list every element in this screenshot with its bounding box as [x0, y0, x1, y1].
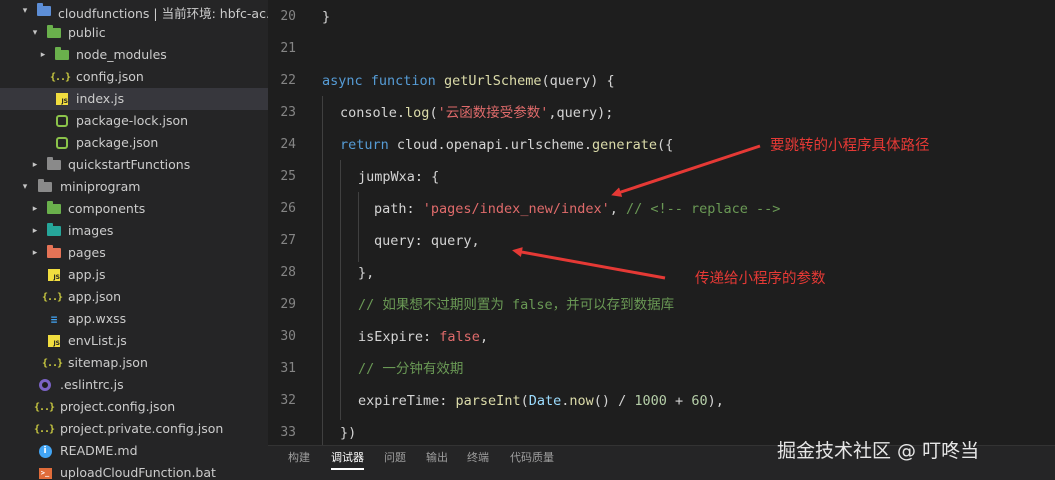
chevron-down-icon: ▾	[22, 182, 28, 192]
tree-item-label: project.config.json	[60, 399, 176, 414]
folder-open-icon	[37, 3, 51, 18]
chevron-right-icon: ▸	[32, 204, 38, 214]
tree-file-eslintrc-js[interactable]: .eslintrc.js	[0, 374, 268, 396]
tab-output[interactable]: 输出	[426, 446, 448, 480]
chevron-right-icon: ▸	[40, 50, 46, 60]
tree-item-label: app.wxss	[68, 311, 127, 326]
tree-file-config-json[interactable]: {..} config.json	[0, 66, 268, 88]
file-explorer: ▾ cloudfunctions | 当前环境: hbfc-ac... ▾ pu…	[0, 0, 268, 480]
tree-item-label: project.private.config.json	[60, 421, 224, 436]
tree-folder-node-modules[interactable]: ▸ node_modules	[0, 44, 268, 66]
watermark: 掘金技术社区 @ 叮咚当	[777, 440, 980, 462]
tree-file-package-json[interactable]: package.json	[0, 132, 268, 154]
npm-icon	[55, 114, 69, 128]
chevron-down-icon: ▾	[32, 28, 38, 38]
tree-folder-components[interactable]: ▸ components	[0, 198, 268, 220]
json-icon: {..}	[41, 291, 63, 303]
tree-file-index-js[interactable]: JS index.js	[0, 88, 268, 110]
tree-item-label: node_modules	[76, 47, 167, 62]
js-icon: JS	[47, 334, 61, 348]
tab-terminal[interactable]: 终端	[467, 446, 489, 480]
tree-item-label: pages	[68, 245, 106, 260]
tab-code-quality[interactable]: 代码质量	[510, 446, 554, 480]
tree-folder-pages[interactable]: ▸ pages	[0, 242, 268, 264]
annotation-query-note: 传递给小程序的参数	[695, 271, 826, 287]
tree-file-envlist-js[interactable]: JS envList.js	[0, 330, 268, 352]
ide-window: ▾ cloudfunctions | 当前环境: hbfc-ac... ▾ pu…	[0, 0, 1055, 480]
tree-folder-miniprogram[interactable]: ▾ miniprogram	[0, 176, 268, 198]
tree-file-project-private-config-json[interactable]: {..} project.private.config.json	[0, 418, 268, 440]
arrow-to-path	[611, 144, 761, 197]
json-icon: {..}	[41, 357, 63, 369]
folder-icon	[47, 201, 61, 216]
tree-item-label: cloudfunctions | 当前环境: hbfc-ac...	[58, 6, 268, 21]
tree-item-label: package-lock.json	[76, 113, 189, 128]
tree-folder-public[interactable]: ▾ public	[0, 22, 268, 44]
js-icon: JS	[47, 268, 61, 282]
tree-item-label: images	[68, 223, 114, 238]
folder-icon	[55, 47, 69, 62]
tree-file-app-js[interactable]: JS app.js	[0, 264, 268, 286]
info-icon: i	[38, 444, 52, 458]
tree-file-package-lock-json[interactable]: package-lock.json	[0, 110, 268, 132]
json-icon: {..}	[33, 423, 55, 435]
chevron-right-icon: ▸	[32, 160, 38, 170]
folder-icon	[47, 157, 61, 172]
tree-file-readme-md[interactable]: i README.md	[0, 440, 268, 462]
chevron-right-icon: ▸	[32, 226, 38, 236]
annotation-arrows	[512, 144, 761, 280]
tree-item-label: public	[68, 25, 106, 40]
tree-file-app-json[interactable]: {..} app.json	[0, 286, 268, 308]
tree-item-label: index.js	[76, 91, 125, 106]
css-icon: ≡	[50, 312, 58, 326]
tree-item-label: components	[68, 201, 146, 216]
tree-item-label: quickstartFunctions	[68, 157, 191, 172]
tree-file-upload-cloud-function-bat[interactable]: >_ uploadCloudFunction.bat	[0, 462, 268, 480]
tree-file-project-config-json[interactable]: {..} project.config.json	[0, 396, 268, 418]
code-editor[interactable]: 20 21 22 23 24 25 26 27 28 29 30 31 32 3…	[268, 0, 1055, 445]
tree-item-label: envList.js	[68, 333, 127, 348]
json-icon: {..}	[33, 401, 55, 413]
tree-file-sitemap-json[interactable]: {..} sitemap.json	[0, 352, 268, 374]
folder-icon	[47, 245, 61, 260]
tree-file-app-wxss[interactable]: ≡ app.wxss	[0, 308, 268, 330]
eslint-icon	[38, 378, 52, 392]
tab-build[interactable]: 构建	[288, 446, 310, 480]
folder-open-icon	[47, 25, 61, 40]
tree-item-label: .eslintrc.js	[60, 377, 124, 392]
tree-folder-quickstart-functions[interactable]: ▸ quickstartFunctions	[0, 154, 268, 176]
tree-item-label: uploadCloudFunction.bat	[60, 465, 216, 480]
folder-icon	[47, 223, 61, 238]
js-icon: JS	[55, 92, 69, 106]
tree-folder-cloudfunctions[interactable]: ▾ cloudfunctions | 当前环境: hbfc-ac...	[0, 0, 268, 22]
tab-debugger[interactable]: 调试器	[331, 446, 364, 470]
tree-item-label: package.json	[76, 135, 159, 150]
arrow-to-query	[512, 247, 666, 280]
tree-item-label: app.js	[68, 267, 106, 282]
tab-problems[interactable]: 问题	[384, 446, 406, 480]
tree-item-label: app.json	[68, 289, 122, 304]
annotation-path-note: 要跳转的小程序具体路径	[770, 138, 930, 154]
tree-item-label: miniprogram	[60, 179, 141, 194]
tree-item-label: sitemap.json	[68, 355, 148, 370]
tree-folder-images[interactable]: ▸ images	[0, 220, 268, 242]
chevron-right-icon: ▸	[32, 248, 38, 258]
folder-open-icon	[38, 179, 52, 194]
tree-item-label: README.md	[60, 443, 138, 458]
tree-item-label: config.json	[76, 69, 144, 84]
npm-icon	[55, 136, 69, 150]
bat-icon: >_	[38, 466, 52, 480]
chevron-down-icon: ▾	[22, 6, 28, 16]
json-icon: {..}	[49, 71, 71, 83]
